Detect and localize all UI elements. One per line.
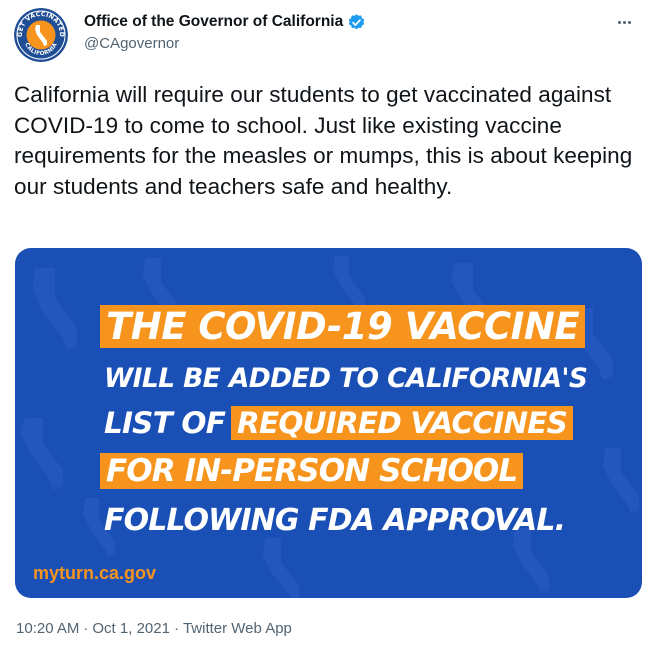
headline-line-3-highlight: REQUIRED VACCINES (231, 406, 574, 440)
headline-line-5: FOLLOWING FDA APPROVAL. (100, 498, 571, 542)
california-vaccine-seal-icon: GET VACCINATED CALIFORNIA (14, 8, 68, 62)
timestamp-time[interactable]: 10:20 AM (16, 620, 79, 637)
meta-separator: · (173, 620, 179, 637)
tweet-source[interactable]: Twitter Web App (183, 620, 292, 637)
headline-line-3: LIST OF REQUIRED VACCINES (100, 400, 574, 446)
handle[interactable]: @CAgovernor (84, 35, 564, 52)
headline-line-4-text: FOR IN-PERSON SCHOOL (100, 453, 524, 489)
tweet: GET VACCINATED CALIFORNIA Office of the … (0, 0, 650, 648)
tweet-image[interactable]: THE COVID-19 VACCINE WILL BE ADDED TO CA… (15, 248, 642, 598)
headline-line-2-text: WILL BE ADDED TO CALIFORNIA'S (104, 362, 588, 394)
more-options-icon[interactable] (612, 12, 636, 32)
headline-line-3-plain: LIST OF (104, 406, 226, 440)
headline-line-2: WILL BE ADDED TO CALIFORNIA'S (100, 358, 593, 398)
name-row: Office of the Governor of California (84, 10, 564, 34)
headline-line-1-text: THE COVID-19 VACCINE (100, 304, 586, 348)
avatar[interactable]: GET VACCINATED CALIFORNIA (14, 8, 68, 62)
headline-line-1: THE COVID-19 VACCINE (100, 300, 586, 352)
verified-badge-icon (347, 13, 366, 32)
author-info[interactable]: Office of the Governor of California @CA… (84, 10, 564, 52)
timestamp-date[interactable]: Oct 1, 2021 (92, 620, 170, 637)
image-site-url: myturn.ca.gov (33, 563, 157, 583)
meta-separator: · (83, 620, 89, 637)
tweet-text: California will require our students to … (14, 82, 633, 199)
display-name[interactable]: Office of the Governor of California (84, 13, 343, 31)
tweet-header: GET VACCINATED CALIFORNIA Office of the … (14, 8, 636, 64)
headline-line-4: FOR IN-PERSON SCHOOL (100, 448, 524, 494)
headline-line-5-text: FOLLOWING FDA APPROVAL. (104, 502, 566, 538)
tweet-meta: 10:20 AM · Oct 1, 2021 · Twitter Web App (16, 620, 292, 637)
